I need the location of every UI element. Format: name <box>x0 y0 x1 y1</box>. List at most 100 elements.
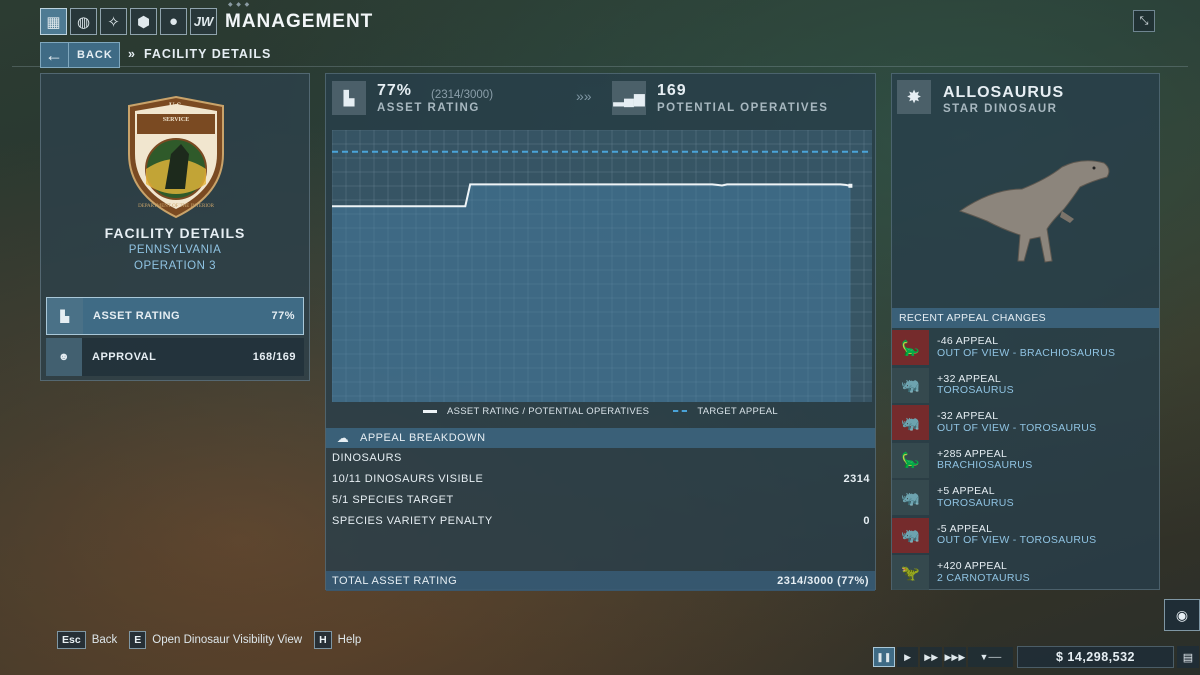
page-title: MANAGEMENT <box>225 11 374 32</box>
appeal-change-source: OUT OF VIEW - TOROSAURUS <box>937 534 1097 546</box>
emblem-ring-text: DEPARTMENT OF THE INTERIOR <box>138 204 214 209</box>
appeal-change-item: 🦖 +420 APPEAL 2 CARNOTAURUS <box>892 555 1159 590</box>
speed-slider[interactable]: ▼── <box>967 647 1014 667</box>
breakdown-section: DINOSAURS <box>332 452 402 464</box>
hex-icon[interactable]: ⬢ <box>130 8 157 35</box>
star-dinosaur-panel: ✸ ALLOSAURUS STAR DINOSAUR RECENT APPEAL… <box>891 73 1160 590</box>
h-key[interactable]: H <box>314 631 332 649</box>
breadcrumb-separator: » <box>128 47 136 61</box>
torosaurus-icon: 🦏 <box>892 517 929 553</box>
breadcrumb: » FACILITY DETAILS <box>128 47 271 61</box>
collapse-icon[interactable]: ⤡ <box>1133 10 1155 32</box>
notification-icon[interactable]: ◉ <box>1164 599 1200 631</box>
stat-label: APPROVAL <box>92 351 157 363</box>
facility-title: FACILITY DETAILS <box>104 225 246 241</box>
appeal-change-source: 2 CARNOTAURUS <box>937 571 1030 584</box>
arrows-icon: »» <box>576 88 592 104</box>
appeal-change-source: TOROSAURUS <box>937 496 1014 509</box>
carnotaurus-icon: 🦖 <box>892 555 929 590</box>
fastest-button[interactable]: ▶▶▶ <box>944 647 966 667</box>
bar-chart-icon: ▂▄▆ <box>612 81 646 115</box>
star-burst-icon: ✸ <box>897 80 931 114</box>
rating-icon: ▙ <box>332 81 366 115</box>
breakdown-title: APPEAL BREAKDOWN <box>360 432 486 444</box>
header-micro-text: ◆ ◆ ◆ <box>228 2 251 8</box>
recent-changes-header: RECENT APPEAL CHANGES <box>892 308 1159 328</box>
pause-button[interactable]: ❚❚ <box>873 647 895 667</box>
management-icon[interactable]: ▦ <box>40 8 67 35</box>
back-button[interactable]: ← BACK <box>40 42 120 68</box>
appeal-change-item: 🦏 +5 APPEAL TOROSAURUS <box>892 480 1159 515</box>
facility-operation: OPERATION 3 <box>134 260 216 272</box>
stat-approval[interactable]: ☻ APPROVAL 168/169 <box>46 338 304 376</box>
appeal-change-source: OUT OF VIEW - BRACHIOSAURUS <box>937 346 1116 359</box>
torosaurus-icon: 🦏 <box>892 480 929 515</box>
stat-label: ASSET RATING <box>93 310 181 322</box>
chart-legend: ASSET RATING / POTENTIAL OPERATIVES TARG… <box>326 406 875 417</box>
game-speed-controls: ❚❚ ▶ ▶▶ ▶▶▶ ▼── <box>873 646 1014 668</box>
stat-asset-rating[interactable]: ▙ ASSET RATING 77% <box>46 297 304 335</box>
star-dinosaur-subtitle: STAR DINOSAUR <box>943 103 1058 115</box>
operatives-count: 169 <box>657 82 687 99</box>
e-key[interactable]: E <box>129 631 147 649</box>
esc-key[interactable]: Esc <box>57 631 86 649</box>
legend-item-target: TARGET APPEAL <box>673 406 778 417</box>
globe-icon[interactable]: ◍ <box>70 8 97 35</box>
facility-panel: U.S. FISH & WILDLIFE SERVICE DEPARTMENT … <box>40 73 310 381</box>
breakdown-row: 5/1 SPECIES TARGET <box>332 494 454 506</box>
breakdown-header: ☁ APPEAL BREAKDOWN <box>326 428 875 448</box>
stat-value: 77% <box>271 310 295 322</box>
brachiosaurus-icon: 🦕 <box>892 442 929 478</box>
hint-label: Help <box>337 634 362 646</box>
emblem-mid-text: FISH & WILDLIFE SERVICE <box>149 110 203 123</box>
appeal-change-item: 🦏 -32 APPEAL OUT OF VIEW - TOROSAURUS <box>892 405 1159 440</box>
torosaurus-icon: 🦏 <box>892 405 929 440</box>
allosaurus-image <box>958 160 1110 263</box>
appeal-change-source: BRACHIOSAURUS <box>937 459 1033 471</box>
appeal-change-amount: -32 APPEAL <box>937 410 999 422</box>
appeal-panel: ▙ 77% (2314/3000) ASSET RATING »» ▂▄▆ 16… <box>325 73 876 591</box>
appeal-change-amount: -46 APPEAL <box>937 335 999 347</box>
legend-item-rating: ASSET RATING / POTENTIAL OPERATIVES <box>423 406 649 417</box>
appeal-chart-svg <box>331 129 872 402</box>
rating-area <box>332 184 851 402</box>
back-label: BACK <box>77 49 113 61</box>
breakdown-row: 10/11 DINOSAURS VISIBLE 2314 <box>332 473 870 485</box>
appeal-change-source: OUT OF VIEW - TOROSAURUS <box>937 421 1097 434</box>
appeal-change-item: 🦏 -5 APPEAL OUT OF VIEW - TOROSAURUS <box>892 517 1159 553</box>
operatives-label: POTENTIAL OPERATIVES <box>657 102 829 114</box>
jw-icon[interactable]: JW <box>190 8 217 35</box>
appeal-icon: ☁ <box>336 431 350 445</box>
rating-icon: ▙ <box>47 298 83 334</box>
top-nav: ▦ ◍ ✧ ⬢ ● JW <box>40 8 217 35</box>
stat-value: 168/169 <box>252 351 296 363</box>
wallet-icon[interactable]: ▤ <box>1177 646 1199 668</box>
appeal-change-item: 🦕 -46 APPEAL OUT OF VIEW - BRACHIOSAURUS <box>892 330 1159 365</box>
hint-label: Back <box>91 634 118 646</box>
person-icon[interactable]: ● <box>160 8 187 35</box>
key-hints: Esc Back E Open Dinosaur Visibility View… <box>57 631 361 649</box>
play-button[interactable]: ▶ <box>896 647 919 667</box>
hint-label: Open Dinosaur Visibility View <box>152 634 303 646</box>
people-icon: ☻ <box>46 338 82 376</box>
money-display: $ 14,298,532 <box>1017 646 1174 668</box>
facility-location: PENNSYLVANIA <box>128 244 222 256</box>
rating-endpoint <box>848 183 853 188</box>
breadcrumb-current: FACILITY DETAILS <box>143 47 272 61</box>
header-divider <box>12 66 1188 67</box>
torosaurus-icon: 🦏 <box>892 367 929 403</box>
brachiosaurus-icon: 🦕 <box>892 330 929 365</box>
star-dinosaur-name: ALLOSAURUS <box>943 84 1065 101</box>
dna-icon[interactable]: ✧ <box>100 8 127 35</box>
appeal-change-amount: +420 APPEAL <box>937 560 1008 572</box>
appeal-chart <box>331 129 872 402</box>
breakdown-row: SPECIES VARIETY PENALTY 0 <box>332 515 870 527</box>
appeal-change-item: 🦕 +285 APPEAL BRACHIOSAURUS <box>892 442 1159 478</box>
fast-forward-button[interactable]: ▶▶ <box>920 647 943 667</box>
total-asset-rating: TOTAL ASSET RATING 2314/3000 (77%) <box>326 571 875 591</box>
emblem-top-text: U.S. <box>168 101 184 110</box>
rating-detail: (2314/3000) <box>431 89 494 101</box>
arrow-left-icon: ← <box>41 43 69 67</box>
rating-label: ASSET RATING <box>377 102 480 114</box>
appeal-change-amount: +5 APPEAL <box>937 485 995 497</box>
